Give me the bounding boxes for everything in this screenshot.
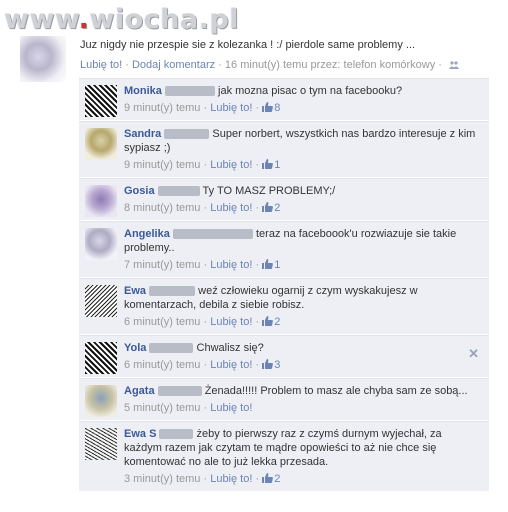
comment-time: 8 minut(y) temu (124, 202, 201, 214)
redacted-surname (157, 386, 202, 397)
comment-item: Sandra Super norbert, wszystkich nas bar… (79, 121, 489, 178)
commenter-avatar[interactable] (85, 85, 117, 117)
watermark-dot: . (78, 4, 90, 35)
comment-time: 9 minut(y) temu (124, 159, 201, 171)
meta-separator: · (215, 59, 225, 71)
thumbs-up-icon (262, 359, 274, 369)
commenter-name[interactable]: Yola (124, 342, 146, 354)
watermark-site: wiocha.pl (89, 4, 239, 35)
redacted-surname (157, 186, 200, 197)
comment-item: Ewa weź człowieku ogarnij z czym wyskaku… (79, 278, 489, 335)
comment-item: Agata Żenada!!!!! Problem to masz ale ch… (79, 378, 489, 421)
commenter-name[interactable]: Sandra (124, 128, 161, 140)
watermark-prefix: www (4, 4, 79, 35)
comment-item: Ewa S żeby to pierwszy raz z czymś durny… (79, 421, 489, 492)
commenter-avatar[interactable] (85, 228, 117, 260)
redacted-surname (159, 429, 194, 440)
like-count[interactable]: 2 (274, 202, 280, 214)
redacted-surname (164, 129, 210, 140)
comment-like-link[interactable]: Lubię to! (210, 102, 252, 114)
like-count[interactable]: 1 (274, 259, 280, 271)
commenter-name[interactable]: Angelika (124, 228, 170, 240)
redacted-surname (149, 343, 194, 354)
poster-avatar[interactable] (20, 36, 66, 82)
comment-text: jak mozna pisac o tym na facebooku? (218, 85, 403, 97)
comment-like-link[interactable]: Lubię to! (210, 402, 252, 414)
comment-item: Monika jak mozna pisac o tym na facebook… (79, 78, 489, 121)
comments-list: Monika jak mozna pisac o tym na facebook… (79, 78, 489, 492)
thumbs-up-icon (262, 159, 274, 169)
comment-text: Żenada!!!!! Problem to masz ale chyba sa… (204, 385, 468, 397)
comment-time: 3 minut(y) temu (124, 473, 201, 485)
commenter-name[interactable]: Monika (124, 85, 162, 97)
redacted-surname (164, 86, 215, 97)
like-count[interactable]: 8 (274, 102, 280, 114)
comment-like-link[interactable]: Lubię to! (210, 202, 252, 214)
post-like-link[interactable]: Lubię to! (80, 59, 122, 71)
like-count[interactable]: 2 (274, 473, 280, 485)
comment-item: Angelika teraz na faceboook'u rozwiazuje… (79, 221, 489, 278)
comment-like-link[interactable]: Lubię to! (210, 159, 252, 171)
comment-time: 7 minut(y) temu (124, 259, 201, 271)
comment-time: 9 minut(y) temu (124, 102, 201, 114)
commenter-avatar[interactable] (85, 342, 117, 374)
commenter-name[interactable]: Ewa S (124, 428, 156, 440)
comment-like-link[interactable]: Lubię to! (210, 473, 252, 485)
comment-like-link[interactable]: Lubię to! (210, 359, 252, 371)
comment-time: 5 minut(y) temu (124, 402, 201, 414)
thumbs-up-icon (262, 259, 274, 269)
redacted-surname (149, 286, 196, 297)
comment-item: Gosia Ty TO MASZ PROBLEMY;/ 8 minut(y) t… (79, 178, 489, 221)
comment-like-link[interactable]: Lubię to! (210, 259, 252, 271)
commenter-avatar[interactable] (85, 285, 117, 317)
watermark: www.wiocha.pl (4, 4, 239, 35)
comment-text: Ty TO MASZ PROBLEMY;/ (202, 185, 336, 197)
thumbs-up-icon (262, 202, 274, 212)
post-timestamp: 16 minut(y) temu przez: telefon komórkow… (224, 59, 436, 71)
thumbs-up-icon (262, 316, 274, 326)
people-icon (449, 61, 460, 70)
thumbs-up-icon (262, 473, 274, 483)
add-comment-link[interactable]: Dodaj komentarz (132, 59, 215, 71)
commenter-name[interactable]: Ewa (124, 285, 146, 297)
thumbs-up-icon (262, 102, 274, 112)
like-count[interactable]: 2 (274, 316, 280, 328)
comment-time: 6 minut(y) temu (124, 316, 201, 328)
post-text: Juz nigdy nie przespie sie z kolezanka !… (80, 39, 416, 51)
meta-separator: · (435, 59, 446, 71)
comment-text: Chwalisz się? (196, 342, 264, 354)
post-meta: Lubię to! · Dodaj komentarz · 16 minut(y… (80, 59, 500, 71)
redacted-surname (172, 229, 253, 240)
comment-like-link[interactable]: Lubię to! (210, 316, 252, 328)
comment-time: 6 minut(y) temu (124, 359, 201, 371)
commenter-avatar[interactable] (85, 428, 117, 460)
commenter-avatar[interactable] (85, 185, 117, 217)
comment-item: ✕ Yola Chwalisz się? 6 minut(y) temu · L… (79, 335, 489, 378)
like-count[interactable]: 3 (274, 359, 280, 371)
commenter-name[interactable]: Gosia (124, 185, 155, 197)
like-count[interactable]: 1 (274, 159, 280, 171)
close-icon[interactable]: ✕ (468, 346, 479, 362)
meta-separator: · (122, 59, 132, 71)
commenter-avatar[interactable] (85, 128, 117, 160)
commenter-name[interactable]: Agata (124, 385, 155, 397)
commenter-avatar[interactable] (85, 385, 117, 417)
